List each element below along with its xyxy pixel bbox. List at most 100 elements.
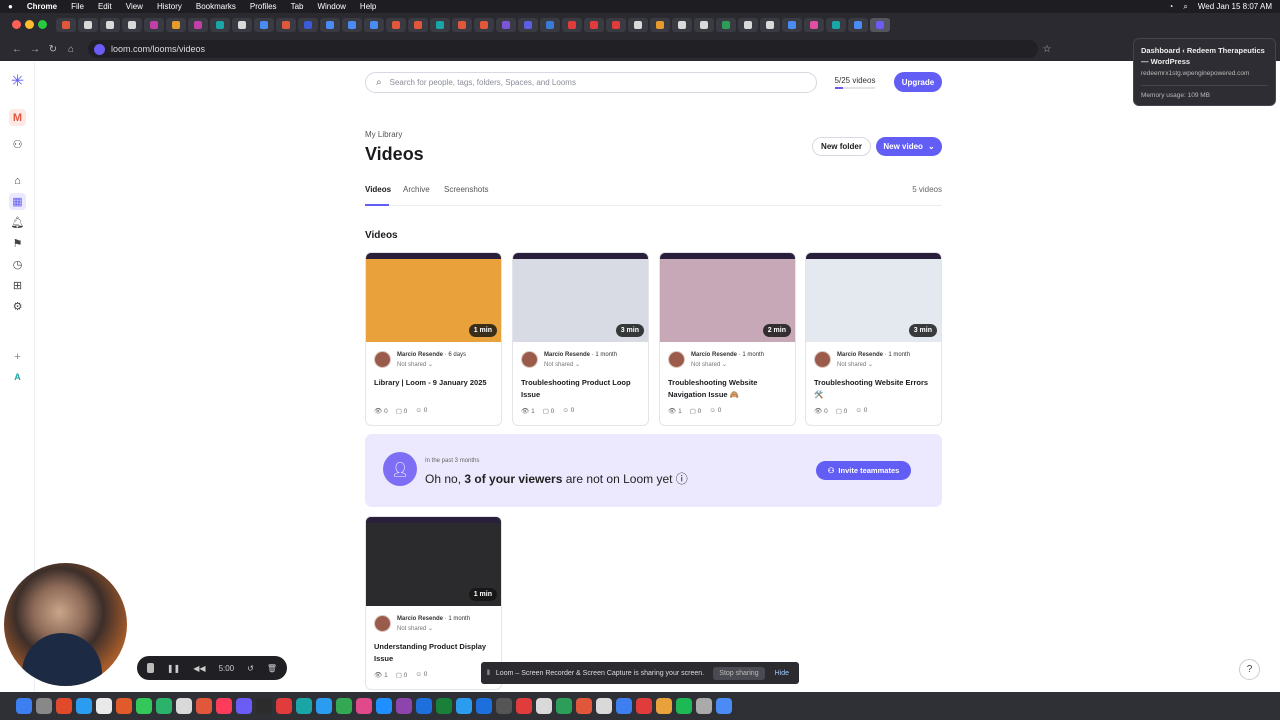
dock-app-icon[interactable] — [116, 698, 132, 714]
dock-app-icon[interactable] — [516, 698, 532, 714]
browser-tab[interactable] — [694, 18, 714, 32]
browser-tab[interactable] — [298, 18, 318, 32]
browser-tab[interactable] — [584, 18, 604, 32]
dock-app-icon[interactable] — [576, 698, 592, 714]
video-title[interactable]: Understanding Product Display Issue — [374, 641, 496, 665]
video-title[interactable]: Troubleshooting Product Loop Issue — [521, 377, 643, 401]
browser-tab[interactable] — [320, 18, 340, 32]
tab-screenshots[interactable]: Screenshots — [444, 185, 488, 194]
browser-tab[interactable] — [518, 18, 538, 32]
share-status-dropdown[interactable]: Not shared ⌄ — [544, 361, 580, 368]
home-nav-icon[interactable]: ⌂ — [9, 172, 26, 189]
back-icon[interactable]: ← — [8, 44, 26, 55]
browser-tab[interactable] — [452, 18, 472, 32]
dock-app-icon[interactable] — [216, 698, 232, 714]
menu-edit[interactable]: Edit — [98, 2, 112, 11]
rewind-icon[interactable]: ◀◀ — [193, 664, 205, 673]
dock-app-icon[interactable] — [556, 698, 572, 714]
menu-view[interactable]: View — [126, 2, 143, 11]
avatar[interactable] — [374, 615, 391, 632]
settings-gear-icon[interactable]: ⚙ — [9, 298, 26, 315]
browser-tab[interactable] — [870, 18, 890, 32]
dock-app-icon[interactable] — [136, 698, 152, 714]
menu-profiles[interactable]: Profiles — [250, 2, 277, 11]
video-title[interactable]: Library | Loom - 9 January 2025 — [374, 377, 496, 389]
space-avatar[interactable]: A — [9, 368, 26, 385]
video-quota-indicator[interactable]: 5/25 videos — [825, 72, 885, 93]
menubar-clock[interactable]: Wed Jan 15 8:07 AM — [1198, 2, 1272, 11]
workspace-avatar[interactable]: M — [9, 109, 26, 126]
browser-tab[interactable] — [364, 18, 384, 32]
video-title[interactable]: Troubleshooting Website Navigation Issue… — [668, 377, 790, 401]
browser-tab[interactable] — [782, 18, 802, 32]
share-status-dropdown[interactable]: Not shared ⌄ — [837, 361, 873, 368]
home-icon[interactable]: ⌂ — [62, 44, 80, 55]
dock-app-icon[interactable] — [36, 698, 52, 714]
browser-tab[interactable] — [672, 18, 692, 32]
dock-app-icon[interactable] — [456, 698, 472, 714]
stop-sharing-button[interactable]: Stop sharing — [713, 666, 765, 680]
browser-tab[interactable] — [760, 18, 780, 32]
browser-tab[interactable] — [408, 18, 428, 32]
bookmark-nav-icon[interactable]: ⚑ — [9, 235, 26, 252]
browser-tab[interactable] — [386, 18, 406, 32]
browser-tab[interactable] — [276, 18, 296, 32]
dock-app-icon[interactable] — [336, 698, 352, 714]
pause-icon[interactable]: ❚❚ — [167, 664, 180, 673]
hide-button[interactable]: Hide — [771, 670, 793, 677]
dock-app-icon[interactable] — [236, 698, 252, 714]
browser-tab[interactable] — [144, 18, 164, 32]
browser-tab[interactable] — [716, 18, 736, 32]
browser-tab[interactable] — [56, 18, 76, 32]
menu-tab[interactable]: Tab — [291, 2, 304, 11]
search-icon[interactable]: ⌕ — [1183, 2, 1187, 12]
people-icon[interactable]: ⚇ — [9, 136, 26, 153]
browser-tab[interactable] — [650, 18, 670, 32]
browser-tab[interactable] — [628, 18, 648, 32]
browser-tab[interactable] — [474, 18, 494, 32]
trash-icon[interactable]: 🗑︎ — [267, 664, 277, 673]
browser-tab[interactable] — [166, 18, 186, 32]
restart-icon[interactable]: ↺ — [247, 664, 254, 673]
video-title[interactable]: Troubleshooting Website Errors 🛠️ — [814, 377, 936, 401]
dock-app-icon[interactable] — [396, 698, 412, 714]
video-card[interactable]: 3 min Marcio Resende · 1 month Not shared … — [512, 252, 649, 426]
gift-icon[interactable]: ⊞ — [9, 277, 26, 294]
apple-icon[interactable]: ● — [8, 2, 13, 11]
dock-app-icon[interactable] — [656, 698, 672, 714]
dock-app-icon[interactable] — [676, 698, 692, 714]
share-status-dropdown[interactable]: Not shared ⌄ — [397, 361, 433, 368]
tab-archive[interactable]: Archive — [403, 185, 430, 194]
dock-app-icon[interactable] — [196, 698, 212, 714]
browser-tab[interactable] — [100, 18, 120, 32]
dock-app-icon[interactable] — [176, 698, 192, 714]
dock-app-icon[interactable] — [436, 698, 452, 714]
dock-app-icon[interactable] — [616, 698, 632, 714]
dock-app-icon[interactable] — [596, 698, 612, 714]
dock-app-icon[interactable] — [356, 698, 372, 714]
dock-app-icon[interactable] — [536, 698, 552, 714]
browser-tab[interactable] — [606, 18, 626, 32]
browser-tab[interactable] — [738, 18, 758, 32]
browser-tab[interactable] — [78, 18, 98, 32]
menu-help[interactable]: Help — [360, 2, 376, 11]
video-card[interactable]: 1 min Marcio Resende · 6 days Not shared ⌄… — [365, 252, 502, 426]
video-thumbnail[interactable]: 2 min — [660, 253, 795, 342]
library-nav-icon[interactable]: ▦ — [9, 193, 26, 210]
dock-app-icon[interactable] — [696, 698, 712, 714]
browser-tab[interactable] — [496, 18, 516, 32]
loom-logo-icon[interactable]: ✳ — [9, 72, 26, 90]
dock-app-icon[interactable] — [156, 698, 172, 714]
dock-app-icon[interactable] — [476, 698, 492, 714]
browser-tab[interactable] — [342, 18, 362, 32]
close-window-icon[interactable] — [12, 20, 21, 29]
share-status-dropdown[interactable]: Not shared ⌄ — [691, 361, 727, 368]
browser-tab[interactable] — [804, 18, 824, 32]
add-space-icon[interactable]: + — [9, 348, 26, 365]
zoom-window-icon[interactable] — [38, 20, 47, 29]
reload-icon[interactable]: ↻ — [44, 44, 62, 55]
webcam-bubble[interactable] — [4, 563, 127, 686]
menu-bookmarks[interactable]: Bookmarks — [196, 2, 236, 11]
video-card[interactable]: 3 min Marcio Resende · 1 month Not shared … — [805, 252, 942, 426]
stop-recording-icon[interactable] — [147, 663, 154, 673]
